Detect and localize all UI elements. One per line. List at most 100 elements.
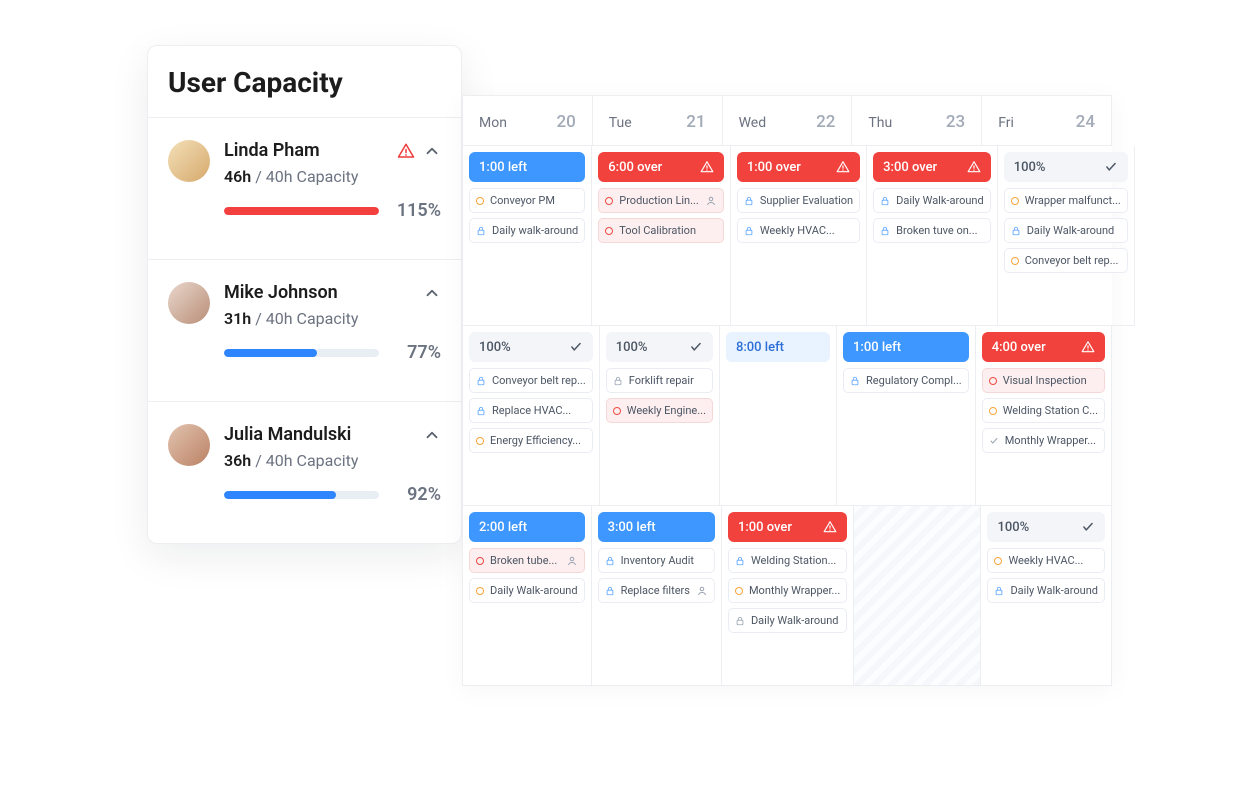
day-name: Thu — [868, 115, 892, 131]
day-name: Fri — [998, 115, 1014, 131]
task-chip[interactable]: Inventory Audit — [598, 548, 715, 573]
task-chip[interactable]: Regulatory Compl... — [843, 368, 969, 393]
task-chip[interactable]: Broken tuve on... — [873, 218, 991, 243]
task-label: Welding Station... — [751, 554, 840, 567]
task-label: Visual Inspection — [1003, 374, 1098, 387]
capacity-status-pill[interactable]: 3:00 over — [873, 152, 991, 182]
capacity-status-pill[interactable]: 2:00 left — [469, 512, 585, 542]
capacity-cell[interactable] — [854, 506, 981, 686]
task-label: Inventory Audit — [621, 554, 708, 567]
task-label: Conveyor PM — [490, 194, 578, 207]
capacity-cell[interactable]: 3:00 left Inventory Audit Replace filters — [592, 506, 722, 686]
task-chip[interactable]: Daily Walk-around — [987, 578, 1105, 603]
capacity-status-pill[interactable]: 100% — [606, 332, 713, 362]
lock-icon — [880, 226, 890, 236]
capacity-status-pill[interactable]: 8:00 left — [726, 332, 830, 362]
user-avatar — [168, 140, 210, 182]
assignee-icon — [705, 195, 717, 207]
capacity-status-pill[interactable]: 100% — [469, 332, 593, 362]
capacity-cell[interactable]: 3:00 over Daily Walk-around Broken tuve on… — [867, 146, 998, 326]
status-text: 1:00 over — [738, 520, 792, 535]
status-dot-icon — [476, 587, 484, 595]
capacity-cell[interactable]: 100% Forklift repair Weekly Engine... — [600, 326, 720, 506]
capacity-status-pill[interactable]: 1:00 left — [843, 332, 969, 362]
capacity-cell[interactable]: 6:00 over Production Lin... Tool Calibrati… — [592, 146, 731, 326]
capacity-status-pill[interactable]: 100% — [1004, 152, 1128, 182]
task-chip[interactable]: Daily Walk-around — [1004, 218, 1128, 243]
task-chip[interactable]: Forklift repair — [606, 368, 713, 393]
check-icon — [1081, 520, 1095, 534]
capacity-status-pill[interactable]: 1:00 over — [737, 152, 860, 182]
task-chip[interactable]: Production Lin... — [598, 188, 724, 213]
capacity-cell[interactable]: 1:00 left Regulatory Compl... — [837, 326, 976, 506]
lock-icon — [605, 556, 615, 566]
task-chip[interactable]: Replace HVAC... — [469, 398, 593, 423]
task-chip[interactable]: Weekly Engine... — [606, 398, 713, 423]
capacity-cell[interactable]: 2:00 left Broken tube... Daily Walk-around — [463, 506, 592, 686]
task-chip[interactable]: Daily walk-around — [469, 218, 585, 243]
task-chip[interactable]: Weekly HVAC... — [737, 218, 860, 243]
lock-icon — [735, 556, 745, 566]
status-dot-icon — [1011, 257, 1019, 265]
task-chip[interactable]: Conveyor PM — [469, 188, 585, 213]
task-chip[interactable]: Conveyor belt rep... — [469, 368, 593, 393]
collapse-icon[interactable] — [423, 284, 441, 302]
capacity-percent: 92% — [393, 484, 441, 505]
capacity-status-pill[interactable]: 4:00 over — [982, 332, 1105, 362]
status-dot-icon — [994, 557, 1002, 565]
task-chip[interactable]: Daily Walk-around — [728, 608, 847, 633]
task-chip[interactable]: Wrapper malfunct... — [1004, 188, 1128, 213]
capacity-cell[interactable]: 100% Wrapper malfunct... Daily Walk-around… — [998, 146, 1135, 326]
capacity-status-pill[interactable]: 1:00 over — [728, 512, 847, 542]
task-chip[interactable]: Welding Station... — [728, 548, 847, 573]
task-chip[interactable]: Visual Inspection — [982, 368, 1105, 393]
user-card[interactable]: Julia Mandulski 36h / 40h Capacity 92% — [148, 401, 461, 543]
user-capacity-text: 46h / 40h Capacity — [224, 167, 441, 186]
capacity-cell[interactable]: 100% Conveyor belt rep... Replace HVAC... E… — [463, 326, 600, 506]
capacity-status-pill[interactable]: 6:00 over — [598, 152, 724, 182]
warn-icon — [823, 520, 837, 534]
capacity-status-pill[interactable]: 1:00 left — [469, 152, 585, 182]
capacity-percent: 77% — [393, 342, 441, 363]
task-chip[interactable]: Tool Calibration — [598, 218, 724, 243]
task-label: Daily Walk-around — [751, 614, 840, 627]
task-chip[interactable]: Supplier Evaluation — [737, 188, 860, 213]
over-capacity-warn-icon — [397, 142, 415, 160]
task-chip[interactable]: Conveyor belt rep... — [1004, 248, 1128, 273]
lock-icon — [476, 226, 486, 236]
user-capacity-panel: User Capacity Linda Pham 46h / 40h Capac… — [147, 45, 462, 544]
user-card[interactable]: Mike Johnson 31h / 40h Capacity 77% — [148, 259, 461, 401]
status-text: 100% — [1014, 160, 1046, 175]
task-chip[interactable]: Monthly Wrapper... — [728, 578, 847, 603]
task-chip[interactable]: Weekly HVAC... — [987, 548, 1105, 573]
lock-icon — [735, 616, 745, 626]
day-number: 23 — [946, 112, 965, 132]
task-chip[interactable]: Replace filters — [598, 578, 715, 603]
user-name: Linda Pham — [224, 140, 320, 161]
collapse-icon[interactable] — [423, 426, 441, 444]
capacity-status-pill[interactable]: 3:00 left — [598, 512, 715, 542]
task-label: Conveyor belt rep... — [1025, 254, 1121, 267]
capacity-cell[interactable]: 1:00 over Welding Station... Monthly Wrapp… — [722, 506, 854, 686]
task-chip[interactable]: Daily Walk-around — [873, 188, 991, 213]
task-label: Replace HVAC... — [492, 404, 586, 417]
capacity-cell[interactable]: 4:00 over Visual Inspection Welding Statio… — [976, 326, 1112, 506]
capacity-cell[interactable]: 1:00 left Conveyor PM Daily walk-around — [463, 146, 592, 326]
capacity-status-pill[interactable]: 100% — [987, 512, 1105, 542]
task-chip[interactable]: Welding Station C... — [982, 398, 1105, 423]
capacity-cell[interactable]: 100% Weekly HVAC... Daily Walk-around — [981, 506, 1112, 686]
user-capacity-text: 36h / 40h Capacity — [224, 451, 441, 470]
lock-icon — [880, 196, 890, 206]
warn-icon — [967, 160, 981, 174]
task-chip[interactable]: Monthly Wrapper... — [982, 428, 1105, 453]
task-chip[interactable]: Broken tube... — [469, 548, 585, 573]
collapse-icon[interactable] — [423, 142, 441, 160]
check-icon — [689, 340, 703, 354]
user-name: Mike Johnson — [224, 282, 338, 303]
capacity-cell[interactable]: 1:00 over Supplier Evaluation Weekly HVAC.… — [731, 146, 867, 326]
task-chip[interactable]: Daily Walk-around — [469, 578, 585, 603]
user-card[interactable]: Linda Pham 46h / 40h Capacity 115% — [148, 117, 461, 259]
capacity-cell[interactable]: 8:00 left — [720, 326, 837, 506]
task-label: Weekly HVAC... — [760, 224, 853, 237]
task-chip[interactable]: Energy Efficiency... — [469, 428, 593, 453]
